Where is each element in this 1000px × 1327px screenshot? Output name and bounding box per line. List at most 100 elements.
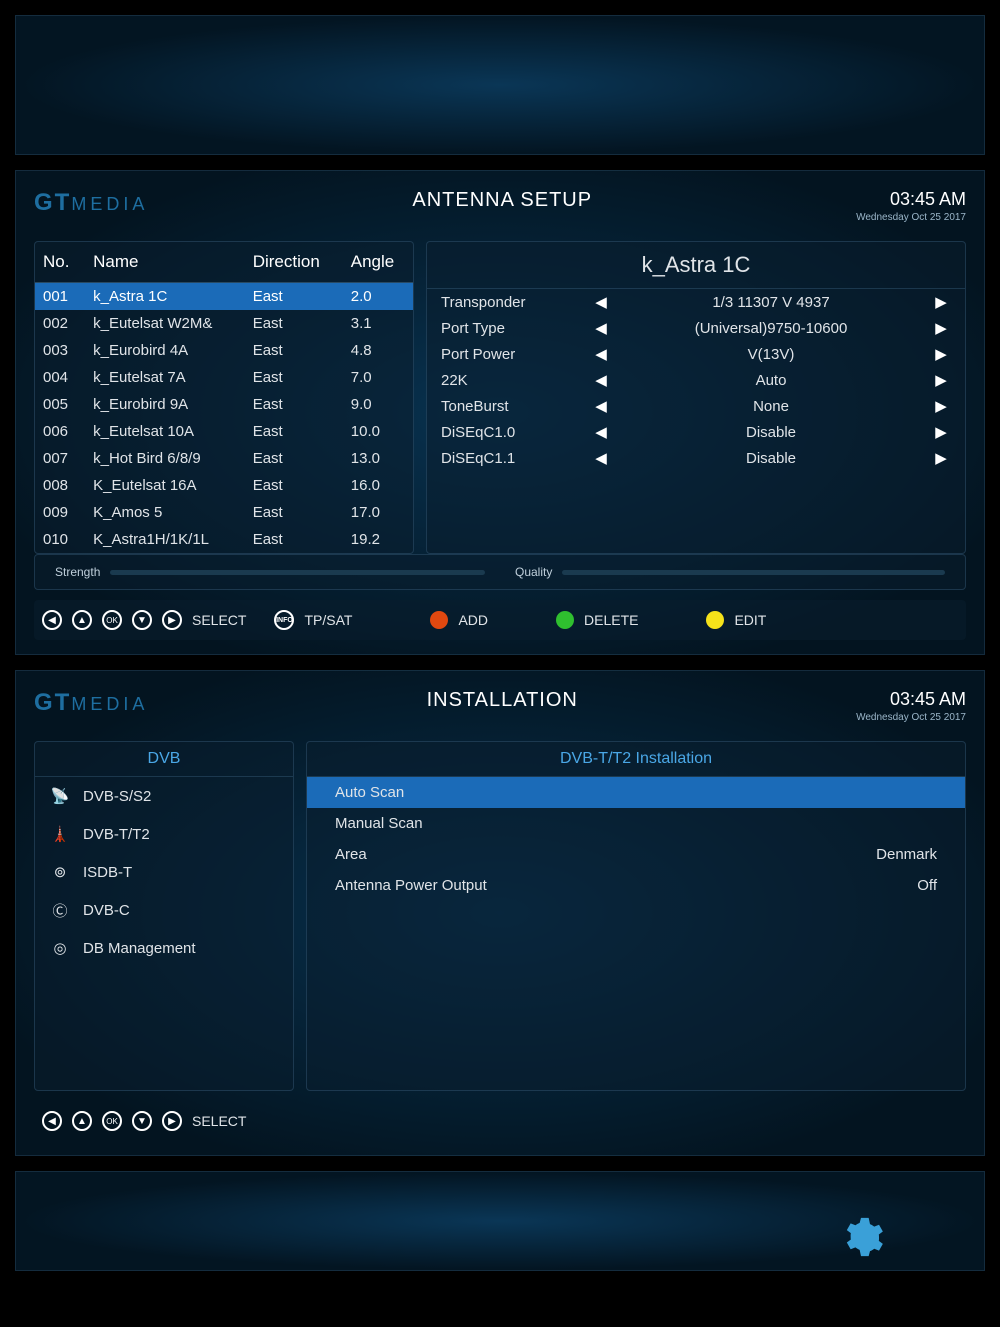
dvb-icon: 🗼 [49,823,71,845]
satellite-row[interactable]: 007k_Hot Bird 6/8/9East13.0 [35,445,413,472]
detail-title: k_Astra 1C [427,242,965,289]
satellite-row[interactable]: 010K_Astra1H/1K/1LEast19.2 [35,526,413,553]
install-option-label: Auto Scan [335,784,937,801]
left-icon[interactable]: ◀ [42,610,62,630]
down-icon[interactable]: ▼ [132,1111,152,1131]
arrow-left-icon[interactable]: ◀ [591,293,611,311]
satellite-row[interactable]: 002k_Eutelsat W2M&East3.1 [35,310,413,337]
logo: GTMEDIA [34,689,148,717]
arrow-right-icon[interactable]: ▶ [931,319,951,337]
satellite-list: No. Name Direction Angle 001k_Astra 1CEa… [34,241,414,554]
satellite-row[interactable]: 008K_Eutelsat 16AEast16.0 [35,472,413,499]
option-row[interactable]: ToneBurst◀None▶ [427,393,965,419]
dvb-icon: ⊚ [49,861,71,883]
option-value: Auto [611,372,931,389]
info-icon[interactable]: INFO [274,610,294,630]
install-option[interactable]: Auto Scan [307,777,965,808]
option-label: ToneBurst [441,398,591,415]
install-option-value: Denmark [876,846,937,863]
dvb-header: DVB [35,742,293,777]
right-icon[interactable]: ▶ [162,610,182,630]
option-label: Port Power [441,346,591,363]
install-option[interactable]: Antenna Power OutputOff [307,870,965,901]
dvb-label: ISDB-T [83,864,132,881]
add-label: ADD [458,612,488,628]
ok-icon[interactable]: OK [102,1111,122,1131]
dvb-label: DB Management [83,940,196,957]
option-row[interactable]: Transponder◀1/3 11307 V 4937▶ [427,289,965,315]
down-icon[interactable]: ▼ [132,610,152,630]
arrow-right-icon[interactable]: ▶ [931,345,951,363]
col-name: Name [85,242,245,283]
arrow-left-icon[interactable]: ◀ [591,397,611,415]
top-banner [15,15,985,155]
footer-bar: ◀ ▲ OK ▼ ▶ SELECT [34,1101,966,1141]
installation-screen: GTMEDIA INSTALLATION 03:45 AM Wednesday … [15,670,985,1156]
dvb-label: DVB-T/T2 [83,826,150,843]
up-icon[interactable]: ▲ [72,1111,92,1131]
up-icon[interactable]: ▲ [72,610,92,630]
arrow-right-icon[interactable]: ▶ [931,397,951,415]
option-row[interactable]: 22K◀Auto▶ [427,367,965,393]
install-option[interactable]: AreaDenmark [307,839,965,870]
option-row[interactable]: DiSEqC1.0◀Disable▶ [427,419,965,445]
arrow-left-icon[interactable]: ◀ [591,345,611,363]
option-value: None [611,398,931,415]
satellite-detail: k_Astra 1C Transponder◀1/3 11307 V 4937▶… [426,241,966,554]
arrow-left-icon[interactable]: ◀ [591,319,611,337]
dvb-item[interactable]: ⊚ ISDB-T [35,853,293,891]
clock: 03:45 AM Wednesday Oct 25 2017 [856,689,966,723]
option-value: 1/3 11307 V 4937 [611,294,931,311]
signal-meters: Strength Quality [34,554,966,590]
red-button[interactable] [430,611,448,629]
left-icon[interactable]: ◀ [42,1111,62,1131]
page-title: INSTALLATION [427,689,578,712]
dvb-item[interactable]: ⒸDVB-C [35,891,293,929]
strength-bar [110,570,485,575]
arrow-right-icon[interactable]: ▶ [931,423,951,441]
satellite-row[interactable]: 001k_Astra 1CEast2.0 [35,283,413,311]
dvb-label: DVB-C [83,902,130,919]
arrow-right-icon[interactable]: ▶ [931,449,951,467]
option-value: Disable [611,424,931,441]
arrow-right-icon[interactable]: ▶ [931,293,951,311]
arrow-left-icon[interactable]: ◀ [591,371,611,389]
select-label: SELECT [192,1113,246,1129]
arrow-left-icon[interactable]: ◀ [591,449,611,467]
option-label: Transponder [441,294,591,311]
yellow-button[interactable] [706,611,724,629]
install-option-value: Off [917,877,937,894]
clock-time: 03:45 AM [856,189,966,210]
satellite-row[interactable]: 004k_Eutelsat 7AEast7.0 [35,364,413,391]
dvb-item[interactable]: 🗼 DVB-T/T2 [35,815,293,853]
satellite-row[interactable]: 006k_Eutelsat 10AEast10.0 [35,418,413,445]
clock-date: Wednesday Oct 25 2017 [856,212,966,223]
dvb-item[interactable]: ◎DB Management [35,929,293,967]
option-label: Port Type [441,320,591,337]
quality-label: Quality [515,565,552,579]
col-no: No. [35,242,85,283]
option-value: Disable [611,450,931,467]
green-button[interactable] [556,611,574,629]
satellite-row[interactable]: 009K_Amos 5East17.0 [35,499,413,526]
option-label: DiSEqC1.1 [441,450,591,467]
arrow-right-icon[interactable]: ▶ [931,371,951,389]
ok-icon[interactable]: OK [102,610,122,630]
option-row[interactable]: Port Power◀V(13V)▶ [427,341,965,367]
option-row[interactable]: DiSEqC1.1◀Disable▶ [427,445,965,471]
antenna-setup-screen: GTMEDIA ANTENNA SETUP 03:45 AM Wednesday… [15,170,985,655]
clock-date: Wednesday Oct 25 2017 [856,712,966,723]
gear-icon [838,1214,884,1260]
clock: 03:45 AM Wednesday Oct 25 2017 [856,189,966,223]
satellite-row[interactable]: 003k_Eurobird 4AEast4.8 [35,337,413,364]
arrow-left-icon[interactable]: ◀ [591,423,611,441]
option-row[interactable]: Port Type◀(Universal)9750-10600▶ [427,315,965,341]
col-angle: Angle [343,242,413,283]
install-option[interactable]: Manual Scan [307,808,965,839]
strength-label: Strength [55,565,100,579]
dvb-item[interactable]: 📡DVB-S/S2 [35,777,293,815]
right-icon[interactable]: ▶ [162,1111,182,1131]
col-direction: Direction [245,242,343,283]
install-header: DVB-T/T2 Installation [307,742,965,777]
satellite-row[interactable]: 005k_Eurobird 9AEast9.0 [35,391,413,418]
